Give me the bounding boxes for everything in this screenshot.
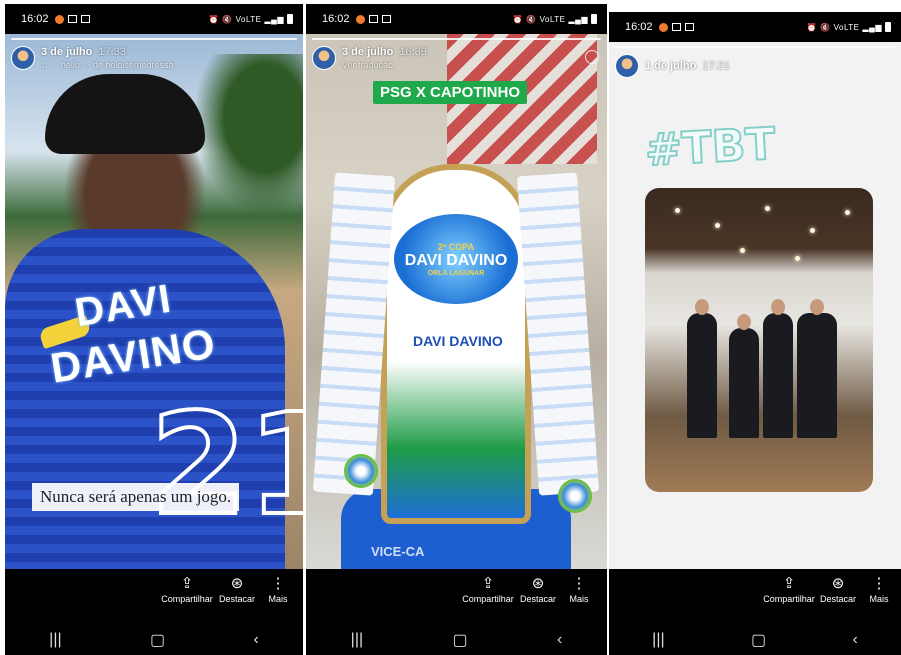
system-nav-bar: ||| ▢ ‹ xyxy=(609,624,901,655)
signal-icon: ▂▄▆ xyxy=(264,14,284,24)
story-date: 1 de julho xyxy=(645,60,697,72)
alarm-icon: ⏰ xyxy=(208,14,220,24)
story-actions: ⇪ Compartilhar ⊛ Destacar ⋮ Mais xyxy=(609,569,901,624)
avatar[interactable] xyxy=(11,46,35,70)
story-screen-1: 16:02 ⏰ 🔇 VoLTE ▂▄▆ DAVI DAVINO 21 3 de jul… xyxy=(5,4,303,655)
status-bar: 16:02 ⏰ 🔇 VoLTE ▂▄▆ xyxy=(609,12,901,42)
signal-icon: ▂▄▆ xyxy=(862,22,882,32)
medal xyxy=(558,479,592,513)
story-content[interactable]: 2ª COPA DAVI DAVINO ORLA LAGUNAR DAVI DA… xyxy=(306,34,607,569)
story-caption: Nunca será apenas um jogo. xyxy=(32,483,240,511)
hashtag-sticker: #TBT xyxy=(643,118,778,178)
status-time: 16:02 xyxy=(21,13,49,25)
story-screen-2: 16:02 ⏰ 🔇 VoLTE ▂▄▆ 2ª COPA DAVI DAVINO ORL… xyxy=(306,4,607,655)
mute-icon: 🔇 xyxy=(526,14,537,24)
story-header: 3 de julho 17:33 ♫ ♡ hello ♡ de heloiseme… xyxy=(11,46,173,71)
screen-icon xyxy=(381,15,391,23)
back-icon[interactable]: ‹ xyxy=(852,631,857,649)
story-date: 3 de julho xyxy=(342,46,394,58)
group-photo xyxy=(645,188,873,492)
screen-icon xyxy=(80,15,90,23)
more-button[interactable]: ⋮ Mais xyxy=(248,572,303,604)
jersey-number: 21 xyxy=(148,382,303,549)
notification-icon xyxy=(658,22,668,32)
volte-label: VoLTE xyxy=(833,22,860,32)
battery-icon xyxy=(885,22,891,32)
story-content[interactable]: DAVI DAVINO 21 3 de julho 17:33 ♫ ♡ hello… xyxy=(5,34,303,569)
more-button[interactable]: ⋮ Mais xyxy=(849,572,901,604)
battery-icon xyxy=(591,14,597,24)
medal xyxy=(344,454,378,488)
logo-name: DAVI DAVINO xyxy=(404,251,508,269)
story-progress-bar xyxy=(615,46,895,48)
more-label: Mais xyxy=(569,594,589,604)
more-vertical-icon: ⋮ xyxy=(571,575,587,592)
notification-icon xyxy=(54,14,64,24)
recent-apps-icon[interactable]: ||| xyxy=(351,631,363,649)
mute-icon: 🔇 xyxy=(820,22,831,32)
story-time: 17:21 xyxy=(702,60,730,72)
status-bar: 16:02 ⏰ 🔇 VoLTE ▂▄▆ xyxy=(5,4,303,34)
message-icon xyxy=(684,23,694,31)
home-icon[interactable]: ▢ xyxy=(453,630,468,650)
system-nav-bar: ||| ▢ ‹ xyxy=(306,624,607,655)
avatar[interactable] xyxy=(312,46,336,70)
story-actions: ⇪ Compartilhar ⊛ Destacar ⋮ Mais xyxy=(306,569,607,624)
status-time: 16:02 xyxy=(625,21,653,33)
story-time: 16:39 xyxy=(399,46,427,58)
story-header: 3 de julho 16:39 Ver tradução xyxy=(312,46,427,70)
brand-mark: DAVI DAVINO xyxy=(413,333,503,349)
screen-icon xyxy=(671,23,681,31)
story-progress-bar xyxy=(312,38,601,40)
story-date: 3 de julho xyxy=(41,46,93,58)
title-sticker: PSG X CAPOTINHO xyxy=(373,81,528,104)
logo-location: ORLA LAGUNAR xyxy=(427,269,485,277)
avatar[interactable] xyxy=(615,54,639,78)
back-icon[interactable]: ‹ xyxy=(253,631,258,649)
loading-icon xyxy=(585,50,599,64)
recent-apps-icon[interactable]: ||| xyxy=(652,631,664,649)
home-icon[interactable]: ▢ xyxy=(751,630,766,650)
more-label: Mais xyxy=(268,594,288,604)
home-icon[interactable]: ▢ xyxy=(150,630,165,650)
story-time: 17:33 xyxy=(98,46,126,58)
status-icons: ⏰ 🔇 VoLTE ▂▄▆ xyxy=(807,22,891,32)
gallery-icon xyxy=(368,15,378,23)
see-translation-link[interactable]: Ver tradução xyxy=(342,60,427,70)
story-music[interactable]: ♫ ♡ hello ♡ de heloisemedressa xyxy=(41,60,173,71)
system-nav-bar: ||| ▢ ‹ xyxy=(5,624,303,655)
tournament-logo: 2ª COPA DAVI DAVINO ORLA LAGUNAR xyxy=(394,214,518,304)
story-progress-bar xyxy=(11,38,297,40)
trophy-base-text: VICE-CA xyxy=(371,544,425,559)
status-bar: 16:02 ⏰ 🔇 VoLTE ▂▄▆ xyxy=(306,4,607,34)
battery-icon xyxy=(287,14,293,24)
alarm-icon: ⏰ xyxy=(512,14,524,24)
more-vertical-icon: ⋮ xyxy=(871,575,887,592)
story-content[interactable]: #TBT 1 de julho 17:21 xyxy=(609,42,901,569)
more-button[interactable]: ⋮ Mais xyxy=(549,572,607,604)
volte-label: VoLTE xyxy=(539,14,566,24)
more-label: Mais xyxy=(869,594,889,604)
notification-icon xyxy=(355,14,365,24)
status-icons: ⏰ 🔇 VoLTE ▂▄▆ xyxy=(209,14,293,24)
story-actions: ⇪ Compartilhar ⊛ Destacar ⋮ Mais xyxy=(5,569,303,624)
back-icon[interactable]: ‹ xyxy=(557,631,562,649)
gallery-icon xyxy=(67,15,77,23)
logo-edition: 2ª COPA xyxy=(437,241,475,252)
alarm-icon: ⏰ xyxy=(806,22,818,32)
volte-label: VoLTE xyxy=(235,14,262,24)
story-header: 1 de julho 17:21 xyxy=(615,54,730,78)
status-time: 16:02 xyxy=(322,13,350,25)
status-icons: ⏰ 🔇 VoLTE ▂▄▆ xyxy=(513,14,597,24)
more-vertical-icon: ⋮ xyxy=(270,575,286,592)
mute-icon: 🔇 xyxy=(222,14,233,24)
signal-icon: ▂▄▆ xyxy=(568,14,588,24)
story-screen-3: 16:02 ⏰ 🔇 VoLTE ▂▄▆ #TBT 1 de julho 17:21 xyxy=(609,12,901,655)
recent-apps-icon[interactable]: ||| xyxy=(49,631,61,649)
